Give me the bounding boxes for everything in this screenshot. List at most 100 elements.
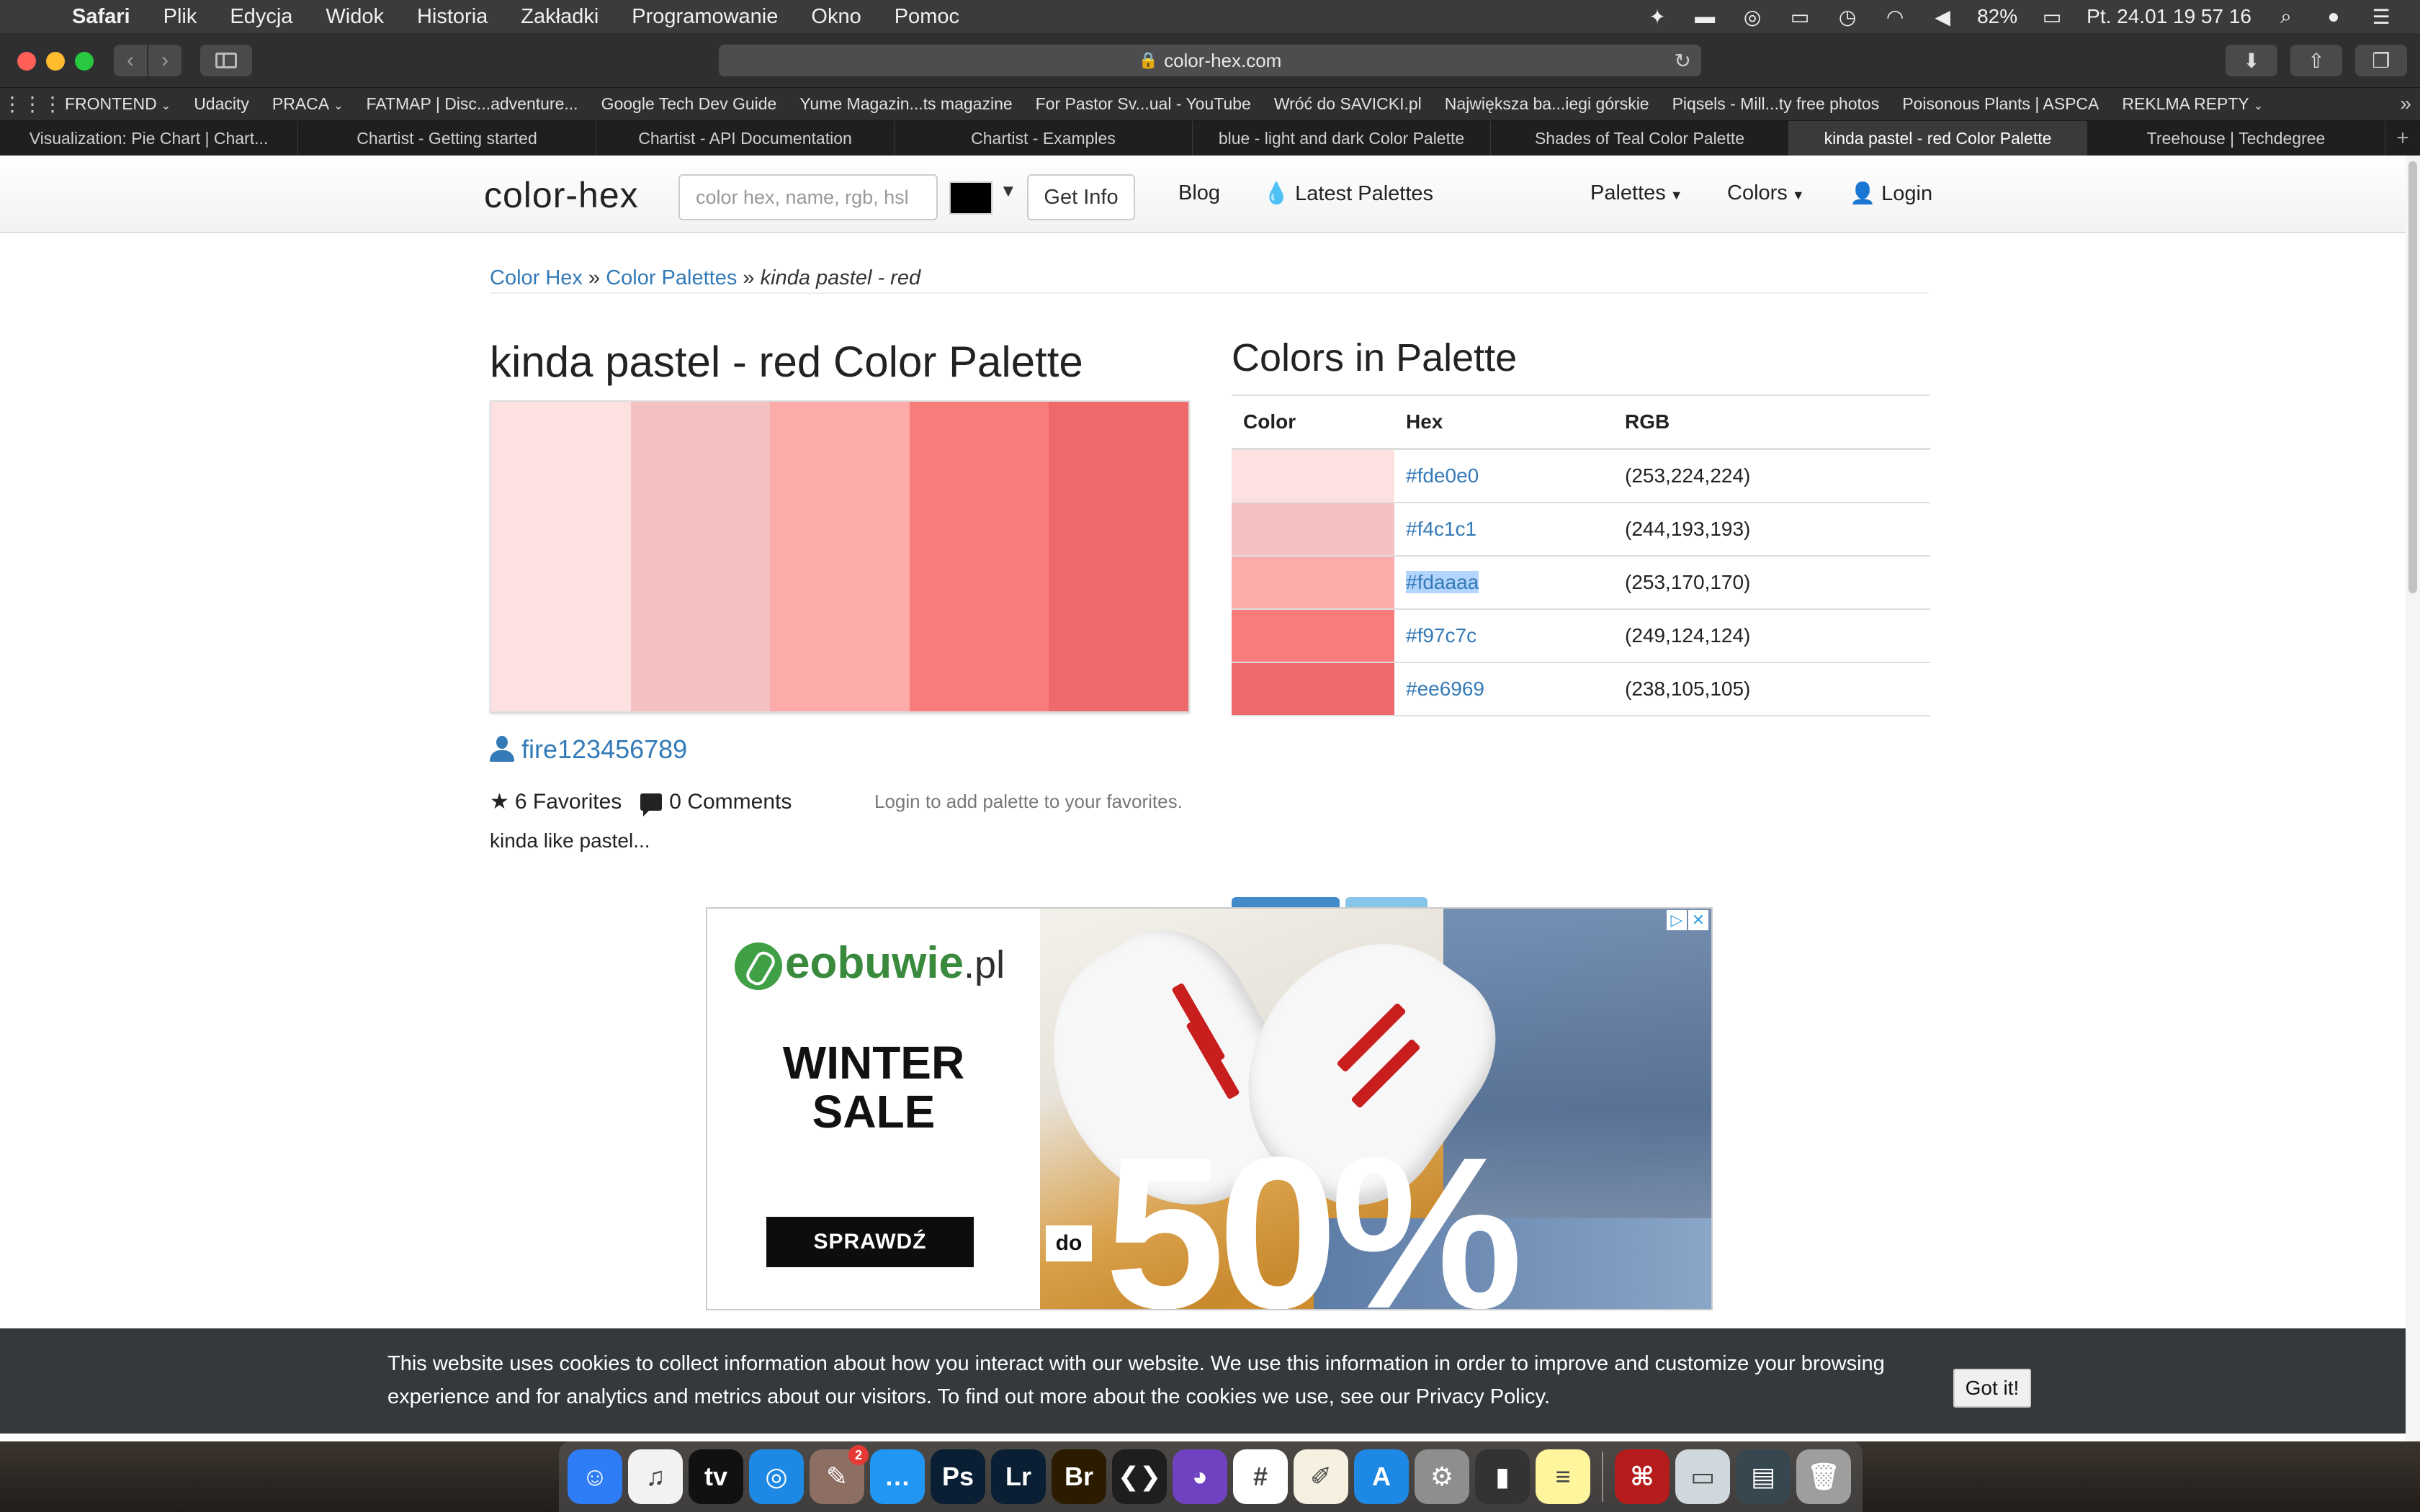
menu-zakladki[interactable]: Zakładki <box>521 5 599 29</box>
comments-count[interactable]: 0 Comments <box>669 790 792 814</box>
display-icon[interactable]: ▬ <box>1692 5 1718 27</box>
color-search-input[interactable]: color hex, name, rgb, hsl <box>678 174 938 220</box>
bookmark-item[interactable]: Piqsels - Mill...ty free photos <box>1672 94 1880 114</box>
dock-system-preferences-icon[interactable]: ⚙ <box>1415 1449 1469 1504</box>
volume-icon[interactable]: ◀ <box>1930 6 1955 28</box>
forward-button[interactable]: › <box>148 45 182 76</box>
menu-widok[interactable]: Widok <box>326 5 384 29</box>
nav-colors-dropdown[interactable]: Colors ▼ <box>1727 181 1805 205</box>
dock-photoshop-icon[interactable]: Ps <box>931 1449 985 1504</box>
menu-clock[interactable]: Pt. 24.01 19 57 16 <box>2087 5 2251 28</box>
battery-icon[interactable]: ▭ <box>2039 6 2065 28</box>
reload-icon[interactable]: ↻ <box>1675 49 1691 73</box>
palette-author[interactable]: fire123456789 <box>490 734 687 765</box>
dock-github-desktop-icon[interactable]: ◕ <box>1173 1449 1227 1504</box>
menu-okno[interactable]: Okno <box>811 5 861 29</box>
dock-acrobat-icon[interactable]: ⌘ <box>1615 1449 1670 1504</box>
bookmark-folder[interactable]: FRONTEND ⌄ <box>65 94 171 114</box>
bookmarks-overflow-icon[interactable]: » <box>2400 92 2411 115</box>
browser-tab[interactable]: blue - light and dark Color Palette <box>1193 121 1491 156</box>
bookmark-item[interactable]: Udacity <box>194 94 249 114</box>
cookie-accept-button[interactable]: Got it! <box>1953 1369 2031 1408</box>
airplay-icon[interactable]: ▭ <box>1787 6 1813 28</box>
battery-percentage[interactable]: 82% <box>1977 5 2017 28</box>
dock-bridge-icon[interactable]: Br <box>1052 1449 1106 1504</box>
browser-tab[interactable]: Shades of Teal Color Palette <box>1491 121 1789 156</box>
browser-tab[interactable]: kinda pastel - red Color Palette <box>1789 121 2087 156</box>
color-hex-link[interactable]: #ee6969 <box>1406 678 1484 700</box>
tab-overview-button[interactable]: ❐ <box>2355 45 2407 76</box>
apps-grid-icon[interactable]: ⋮⋮⋮ <box>0 92 65 116</box>
close-window-button[interactable] <box>17 52 36 71</box>
browser-tab[interactable]: Chartist - API Documentation <box>596 121 895 156</box>
time-machine-icon[interactable]: ◷ <box>1834 6 1860 28</box>
dock-safari-icon[interactable]: ◎ <box>749 1449 804 1504</box>
scrollbar-thumb[interactable] <box>2408 161 2417 593</box>
tweaker-icon[interactable]: ✦ <box>1644 6 1670 28</box>
dock-app-store-icon[interactable]: A <box>1354 1449 1409 1504</box>
bookmark-item[interactable]: For Pastor Sv...ual - YouTube <box>1036 94 1251 114</box>
ad-cta-button[interactable]: SPRAWDŹ <box>766 1217 974 1267</box>
color-picker-caret-icon[interactable]: ▼ <box>1000 181 1017 202</box>
fullscreen-window-button[interactable] <box>75 52 94 71</box>
color-picker-swatch[interactable] <box>949 181 992 215</box>
menu-historia[interactable]: Historia <box>417 5 488 29</box>
nav-palettes-dropdown[interactable]: Palettes ▼ <box>1590 181 1683 205</box>
dock-screenshot-icon[interactable]: ▭ <box>1675 1449 1730 1504</box>
author-name[interactable]: fire123456789 <box>521 734 687 765</box>
browser-tab[interactable]: Chartist - Examples <box>895 121 1193 156</box>
dock-messages-icon[interactable]: … <box>870 1449 925 1504</box>
dock-trash-icon[interactable]: 🗑 <box>1796 1449 1851 1504</box>
dock-vscode-icon[interactable]: ❮❯ <box>1112 1449 1167 1504</box>
bookmark-item[interactable]: Największa ba...iegi górskie <box>1445 94 1649 114</box>
color-hex-link[interactable]: #fdaaaa <box>1406 570 1479 593</box>
bookmark-item[interactable]: Poisonous Plants | ASPCA <box>1902 94 2099 114</box>
bookmark-item[interactable]: Google Tech Dev Guide <box>601 94 777 114</box>
dock-remote-icon[interactable]: ▮ <box>1475 1449 1530 1504</box>
menu-plik[interactable]: Plik <box>163 5 197 29</box>
downloads-button[interactable]: ⬇ <box>2226 45 2277 76</box>
dock-apple-tv-icon[interactable]: tv <box>689 1449 743 1504</box>
color-hex-link[interactable]: #f4c1c1 <box>1406 518 1476 540</box>
wifi-icon[interactable]: ◠ <box>1882 6 1908 28</box>
color-hex-link[interactable]: #fde0e0 <box>1406 464 1479 487</box>
spotlight-icon[interactable]: ⌕ <box>2273 5 2299 27</box>
bookmark-item[interactable]: FATMAP | Disc...adventure... <box>367 94 578 114</box>
bookmark-item[interactable]: Yume Magazin...ts magazine <box>799 94 1012 114</box>
siri-icon[interactable]: ● <box>2321 5 2347 27</box>
site-logo[interactable]: color-hex <box>484 174 639 216</box>
dock-slack-icon[interactable]: # <box>1233 1449 1288 1504</box>
adchoices-icon[interactable]: ▷ <box>1667 910 1687 930</box>
nav-login[interactable]: 👤 Login <box>1850 181 1932 206</box>
dock-music-icon[interactable]: ♫ <box>628 1449 683 1504</box>
dock-preview-icon[interactable]: ✎ 2 <box>810 1445 869 1504</box>
ad-close-icon[interactable]: ✕ <box>1688 910 1708 930</box>
browser-tab[interactable]: Visualization: Pie Chart | Chart... <box>0 121 298 156</box>
dock-downloads-icon[interactable]: ▤ <box>1736 1449 1791 1504</box>
minimize-window-button[interactable] <box>46 52 65 71</box>
notification-center-icon[interactable]: ☰ <box>2368 6 2394 28</box>
nav-blog[interactable]: Blog <box>1178 181 1220 205</box>
dock-textedit-icon[interactable]: ✐ <box>1294 1449 1348 1504</box>
bookmark-item[interactable]: Wróć do SAVICKI.pl <box>1274 94 1422 114</box>
dock-notes-icon[interactable]: ≡ <box>1536 1449 1590 1504</box>
browser-tab[interactable]: Chartist - Getting started <box>298 121 596 156</box>
advertisement-banner[interactable]: eobuwie.pl WINTER SALE SPRAWDŹ do 50% ▷ … <box>706 907 1713 1310</box>
menu-edycja[interactable]: Edycja <box>230 5 292 29</box>
breadcrumb-palettes-link[interactable]: Color Palettes <box>606 266 737 289</box>
menu-pomoc[interactable]: Pomoc <box>895 5 959 29</box>
address-bar[interactable]: 🔒 color-hex.com ↻ <box>719 45 1701 76</box>
bookmark-folder[interactable]: REKLMA REPTY ⌄ <box>2122 94 2263 114</box>
page-scrollbar[interactable] <box>2406 156 2420 1441</box>
nav-latest-palettes[interactable]: 💧 Latest Palettes <box>1263 181 1433 206</box>
get-info-button[interactable]: Get Info <box>1027 174 1135 220</box>
color-hex-link[interactable]: #f97c7c <box>1406 624 1476 647</box>
share-button[interactable]: ⇧ <box>2290 45 2342 76</box>
menu-programowanie[interactable]: Programowanie <box>632 5 778 29</box>
breadcrumb-home-link[interactable]: Color Hex <box>490 266 583 289</box>
dock-lightroom-icon[interactable]: Lr <box>991 1449 1046 1504</box>
sidebar-toggle-button[interactable] <box>200 45 252 76</box>
menu-app-name[interactable]: Safari <box>72 5 130 29</box>
back-button[interactable]: ‹ <box>114 45 147 76</box>
new-tab-button[interactable]: + <box>2385 121 2420 156</box>
